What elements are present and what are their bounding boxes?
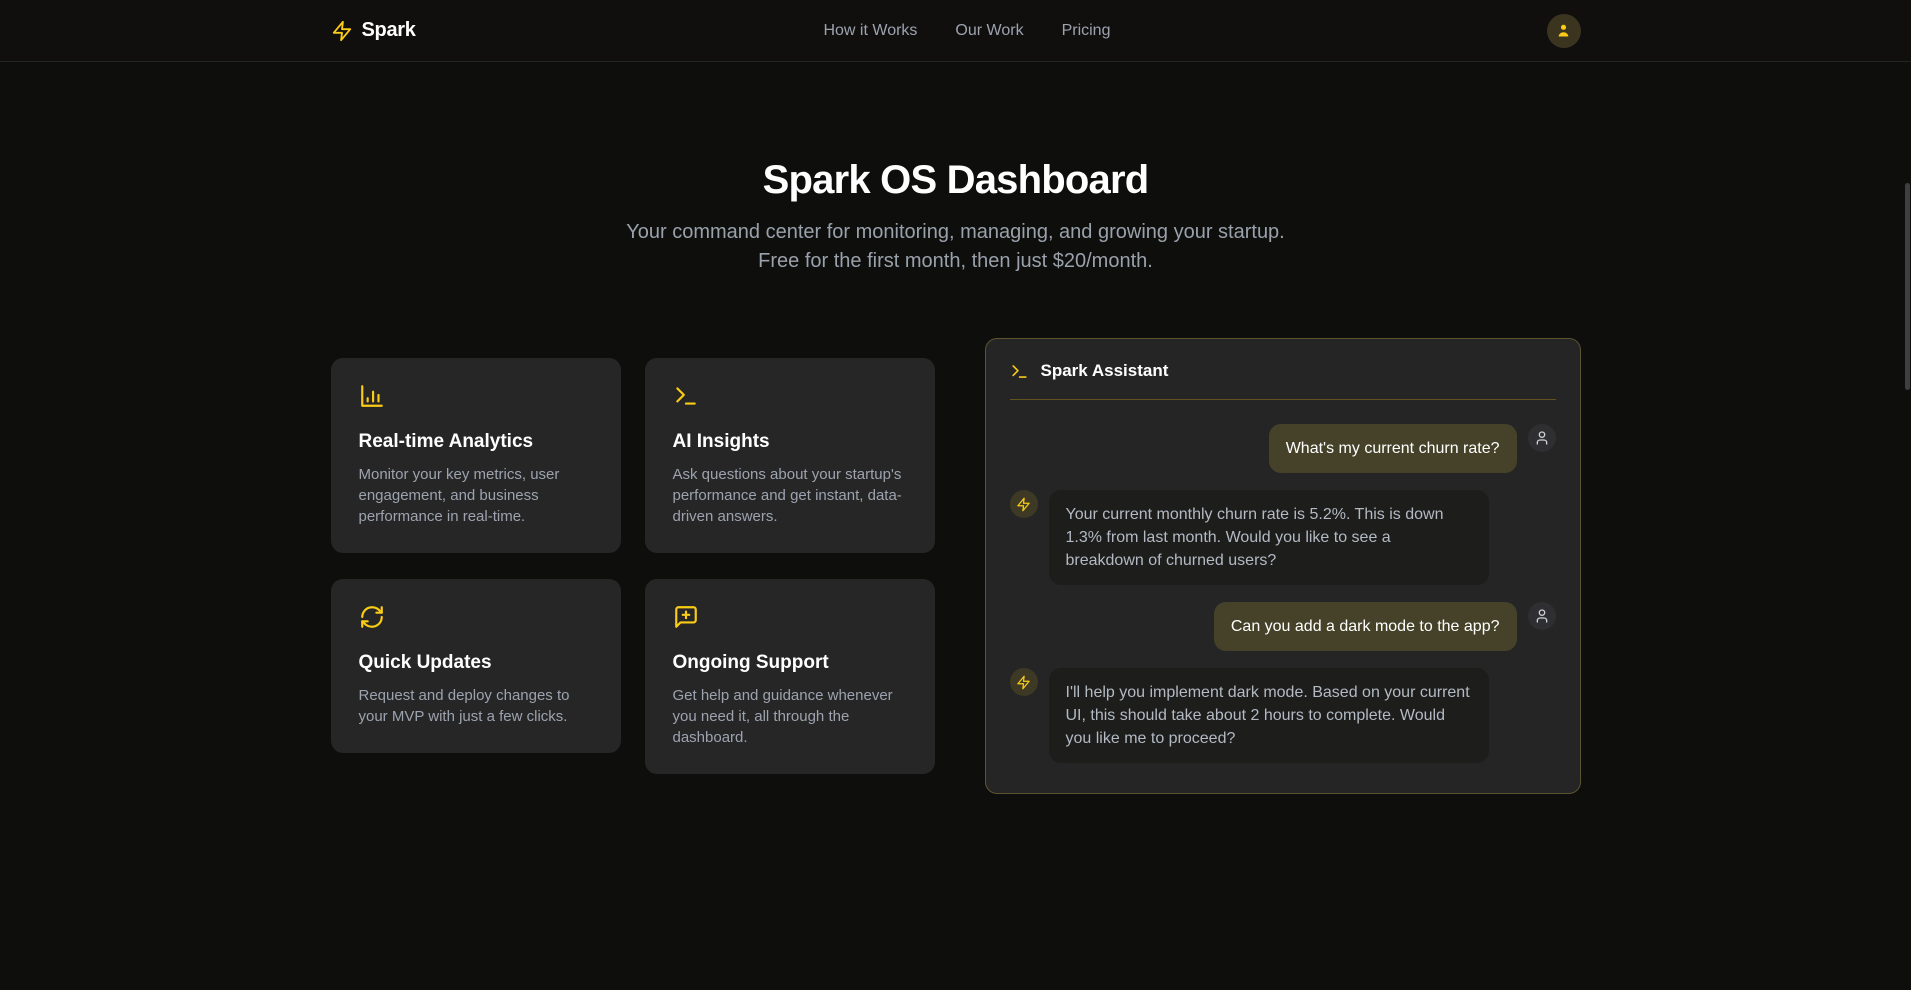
chat-message-user: What's my current churn rate? — [1010, 424, 1556, 473]
content-row: Real-time Analytics Monitor your key met… — [0, 338, 1911, 794]
nav-link-how-it-works[interactable]: How it Works — [823, 22, 917, 40]
page-title: Spark OS Dashboard — [0, 158, 1911, 202]
user-icon — [1534, 430, 1550, 446]
user-icon — [1534, 608, 1550, 624]
feature-description: Request and deploy changes to your MVP w… — [359, 685, 593, 727]
bar-chart-icon — [359, 383, 385, 409]
message-square-plus-icon — [673, 604, 699, 630]
assistant-chat-avatar — [1010, 490, 1038, 518]
zap-icon — [1016, 675, 1031, 690]
assistant-header: Spark Assistant — [986, 339, 1580, 400]
feature-title: AI Insights — [673, 431, 907, 453]
feature-card-realtime-analytics: Real-time Analytics Monitor your key met… — [331, 358, 621, 553]
hero-section: Spark OS Dashboard Your command center f… — [0, 62, 1911, 276]
brand-name: Spark — [362, 19, 416, 42]
assistant-chat-avatar — [1010, 668, 1038, 696]
feature-card-quick-updates: Quick Updates Request and deploy changes… — [331, 579, 621, 753]
assistant-message-bubble: I'll help you implement dark mode. Based… — [1049, 668, 1489, 763]
chat-messages: What's my current churn rate? Your curre… — [986, 400, 1580, 793]
chat-message-assistant: Your current monthly churn rate is 5.2%.… — [1010, 490, 1556, 585]
zap-icon — [331, 20, 353, 42]
navbar: Spark How it Works Our Work Pricing — [0, 0, 1911, 62]
assistant-title: Spark Assistant — [1041, 361, 1169, 381]
user-message-bubble: Can you add a dark mode to the app? — [1214, 602, 1517, 651]
feature-card-ongoing-support: Ongoing Support Get help and guidance wh… — [645, 579, 935, 774]
navbar-inner: Spark How it Works Our Work Pricing — [331, 14, 1581, 48]
user-avatar-button[interactable] — [1547, 14, 1581, 48]
user-chat-avatar — [1528, 602, 1556, 630]
chat-message-user: Can you add a dark mode to the app? — [1010, 602, 1556, 651]
assistant-message-bubble: Your current monthly churn rate is 5.2%.… — [1049, 490, 1489, 585]
page-subtitle: Your command center for monitoring, mana… — [606, 218, 1306, 276]
feature-description: Get help and guidance whenever you need … — [673, 685, 907, 748]
feature-description: Ask questions about your startup's perfo… — [673, 464, 907, 527]
features-grid: Real-time Analytics Monitor your key met… — [331, 358, 935, 774]
nav-link-our-work[interactable]: Our Work — [955, 22, 1023, 40]
feature-title: Ongoing Support — [673, 652, 907, 674]
assistant-title-row: Spark Assistant — [1010, 361, 1556, 400]
terminal-icon — [673, 383, 699, 409]
feature-description: Monitor your key metrics, user engagemen… — [359, 464, 593, 527]
user-chat-avatar — [1528, 424, 1556, 452]
page-scrollbar-thumb[interactable] — [1905, 183, 1910, 390]
user-icon — [1555, 22, 1572, 39]
nav-links: How it Works Our Work Pricing — [823, 22, 1110, 40]
spark-assistant-panel: Spark Assistant What's my current churn … — [985, 338, 1581, 794]
brand-logo[interactable]: Spark — [331, 19, 416, 42]
feature-card-ai-insights: AI Insights Ask questions about your sta… — [645, 358, 935, 553]
user-message-bubble: What's my current churn rate? — [1269, 424, 1517, 473]
terminal-icon — [1010, 362, 1029, 381]
chat-message-assistant: I'll help you implement dark mode. Based… — [1010, 668, 1556, 763]
feature-title: Quick Updates — [359, 652, 593, 674]
nav-link-pricing[interactable]: Pricing — [1062, 22, 1111, 40]
zap-icon — [1016, 497, 1031, 512]
refresh-icon — [359, 604, 385, 630]
feature-title: Real-time Analytics — [359, 431, 593, 453]
